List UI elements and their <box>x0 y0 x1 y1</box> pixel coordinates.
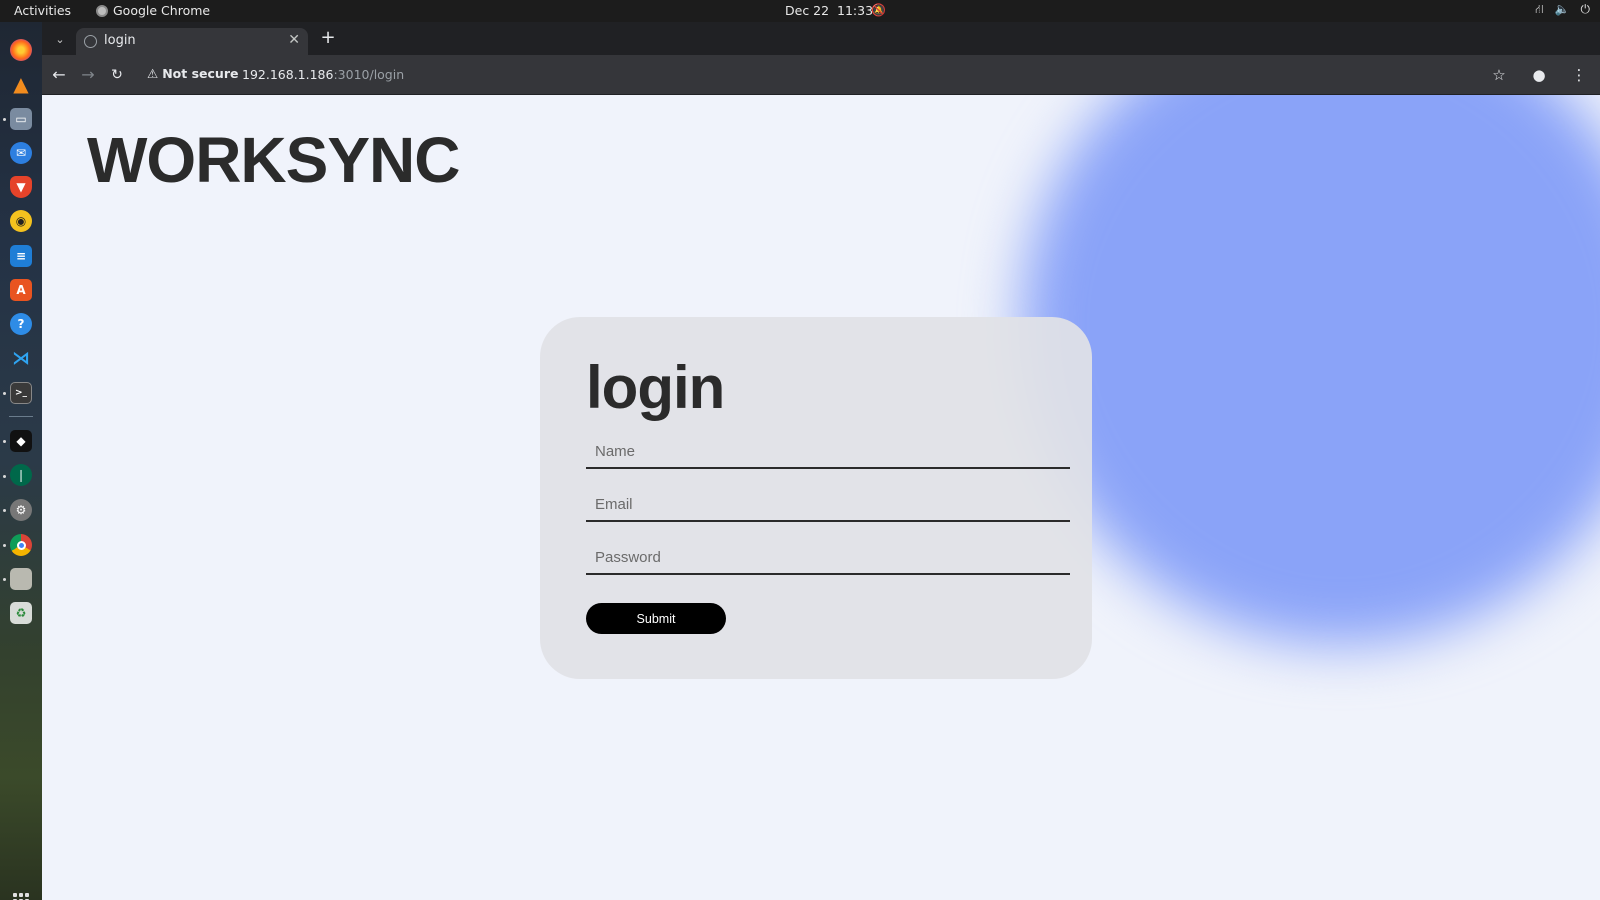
system-tray[interactable]: ⛙ 🔈 ⏻ <box>1535 2 1590 18</box>
files-icon[interactable]: ▭ <box>10 108 32 130</box>
tab-title: login <box>104 33 136 48</box>
thunderbird-icon[interactable]: ✉ <box>10 142 32 164</box>
chrome-icon[interactable] <box>10 534 32 556</box>
terminal-icon[interactable]: >_ <box>10 382 32 404</box>
disk-icon[interactable] <box>10 568 32 590</box>
back-icon[interactable]: ← <box>48 64 70 86</box>
clock-date: Dec 22 <box>785 3 830 18</box>
page-viewport: WORKSYNC login Submit <box>42 95 1600 900</box>
app-center-icon[interactable]: A <box>10 279 32 301</box>
forward-icon[interactable]: → <box>77 64 99 86</box>
running-indicator <box>3 475 6 478</box>
dock-separator <box>9 416 33 417</box>
rhythmbox-icon[interactable]: ◉ <box>10 210 32 232</box>
running-indicator <box>3 118 6 121</box>
login-title: login <box>586 354 725 421</box>
running-indicator <box>3 440 6 443</box>
warning-icon: ⚠ <box>147 66 159 81</box>
running-indicator <box>3 544 6 547</box>
email-input[interactable] <box>586 488 1070 522</box>
tab-login[interactable]: login ✕ <box>76 28 308 56</box>
mongodb-compass-icon[interactable]: ❘ <box>10 464 32 486</box>
reload-icon[interactable]: ↻ <box>106 64 128 86</box>
profile-icon[interactable]: ● <box>1528 64 1550 86</box>
system-top-bar: Activities Google Chrome Dec 22 11:33 🔕 … <box>0 0 1600 22</box>
password-input[interactable] <box>586 541 1070 575</box>
brave-icon[interactable]: ▼ <box>10 176 32 198</box>
tab-strip: ⌄ login ✕ + <box>42 22 1600 56</box>
power-icon: ⏻ <box>1580 2 1591 16</box>
address-bar[interactable]: 192.168.1.186:3010/login <box>242 67 404 82</box>
running-indicator <box>3 392 6 395</box>
vlc-icon[interactable]: ▲ <box>10 72 32 96</box>
obsidian-icon[interactable]: ◆ <box>10 430 32 452</box>
background-blob <box>1022 95 1600 645</box>
name-input[interactable] <box>586 435 1070 469</box>
activities-button[interactable]: Activities <box>14 3 71 18</box>
browser-toolbar: ← → ↻ ⚠ Not secure 192.168.1.186:3010/lo… <box>42 55 1600 95</box>
dock: ▲ ▭ ✉ ▼ ◉ ≡ A ? ⋊ >_ ◆ ❘ ⚙ ♻ <box>0 22 42 900</box>
login-card: login Submit <box>540 317 1092 679</box>
writer-icon[interactable]: ≡ <box>10 245 32 267</box>
browser-menu-icon[interactable]: ⋮ <box>1568 64 1590 86</box>
help-icon[interactable]: ? <box>10 313 32 335</box>
volume-icon: 🔈 <box>1554 2 1570 16</box>
running-indicator <box>3 509 6 512</box>
clock-time: 11:33 <box>837 3 874 18</box>
url-host: 192.168.1.186 <box>242 67 334 82</box>
notifications-muted-icon: 🔕 <box>871 3 886 17</box>
url-path: :3010/login <box>333 67 405 82</box>
globe-icon <box>84 35 97 48</box>
settings-icon[interactable]: ⚙ <box>10 499 32 521</box>
bookmark-star-icon[interactable]: ☆ <box>1488 64 1510 86</box>
new-tab-button[interactable]: + <box>318 29 338 49</box>
security-label: Not secure <box>162 66 239 81</box>
running-indicator <box>3 578 6 581</box>
close-tab-icon[interactable]: ✕ <box>288 32 300 48</box>
network-icon: ⛙ <box>1535 2 1544 16</box>
app-menu[interactable]: Google Chrome <box>96 3 210 18</box>
brand-logo: WORKSYNC <box>87 124 460 196</box>
submit-button[interactable]: Submit <box>586 603 726 634</box>
security-indicator[interactable]: ⚠ Not secure <box>147 66 238 81</box>
trash-icon[interactable]: ♻ <box>10 602 32 624</box>
show-apps-icon[interactable] <box>13 893 29 900</box>
tab-search-icon[interactable]: ⌄ <box>50 29 70 49</box>
clock[interactable]: Dec 22 11:33 <box>785 3 873 18</box>
chrome-small-icon <box>96 4 108 17</box>
app-name: Google Chrome <box>113 3 211 18</box>
firefox-icon[interactable] <box>10 39 32 61</box>
vscode-icon[interactable]: ⋊ <box>10 347 32 369</box>
